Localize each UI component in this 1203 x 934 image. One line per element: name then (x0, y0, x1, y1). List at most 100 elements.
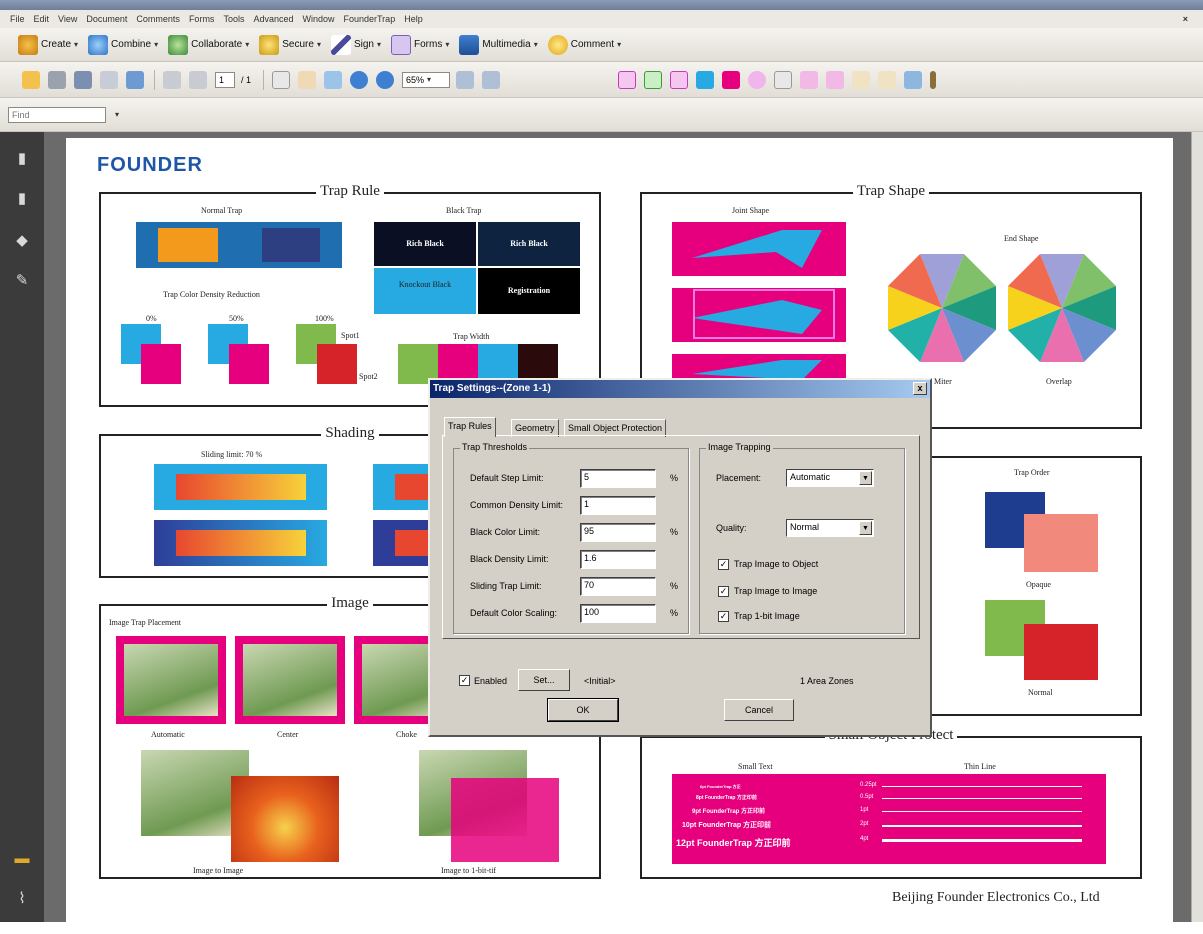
print-icon[interactable] (48, 70, 66, 89)
black-density-limit-label: Black Density Limit: (470, 554, 549, 564)
black-density-limit-input[interactable]: 1.6 (580, 550, 656, 569)
full-screen-icon[interactable] (482, 70, 501, 89)
page-total: / 1 (241, 74, 252, 85)
fit-page-icon[interactable] (456, 70, 475, 89)
trap-rule-title: Trap Rule (316, 183, 384, 199)
chevron-down-icon[interactable]: ▼ (859, 471, 872, 485)
initial-label: <Initial> (584, 676, 616, 686)
trap-cyan-icon[interactable] (696, 70, 715, 89)
shading-sample-1 (154, 464, 327, 510)
bookmarks-icon[interactable]: ▮ (13, 190, 31, 208)
menu-forms[interactable]: Forms (189, 14, 215, 24)
menu-advanced[interactable]: Advanced (253, 14, 293, 24)
close-icon[interactable]: × (1183, 14, 1188, 24)
find-input[interactable] (8, 106, 106, 123)
zoom-tool-icon[interactable] (324, 70, 343, 89)
lock-icon (259, 34, 280, 55)
secure-button[interactable]: Secure ▾ (259, 34, 321, 55)
trap-search-icon[interactable] (670, 70, 689, 89)
zoom-level-select[interactable]: 65% ▾ (402, 71, 451, 88)
trap-image-to-object-checkbox[interactable]: ✓ (718, 559, 729, 570)
collaborate-button[interactable]: Collaborate ▾ (168, 34, 249, 55)
menu-help[interactable]: Help (404, 14, 423, 24)
common-density-limit-input[interactable]: 1 (580, 496, 656, 515)
rich-black-cell-1: Rich Black (374, 222, 476, 266)
menu-window[interactable]: Window (302, 14, 334, 24)
vertical-scrollbar[interactable] (1191, 132, 1203, 922)
trap-disabled-icon[interactable] (852, 70, 871, 89)
set-button[interactable]: Set... (518, 669, 570, 691)
menu-document[interactable]: Document (86, 14, 127, 24)
status-bar (0, 922, 1203, 934)
miter-octagon (888, 254, 996, 362)
trap-magenta-icon[interactable] (722, 70, 741, 89)
sign-button[interactable]: Sign ▾ (330, 34, 381, 55)
trap-disabled-icon-2[interactable] (878, 70, 897, 89)
comments-icon[interactable]: ▬ (13, 850, 31, 868)
save-icon[interactable] (74, 70, 92, 89)
trap-1bit-image-checkbox[interactable]: ✓ (718, 611, 729, 622)
cancel-button[interactable]: Cancel (724, 699, 794, 721)
layers-icon[interactable]: ◆ (13, 232, 31, 250)
comment-icon (547, 34, 568, 55)
default-color-scaling-label: Default Color Scaling: (470, 608, 558, 618)
sliding-trap-limit-input[interactable]: 70 (580, 577, 656, 596)
attachments-icon[interactable]: ⌇ (13, 890, 31, 908)
quality-select[interactable]: Normal ▼ (786, 519, 874, 537)
signatures-icon[interactable]: ✎ (13, 272, 31, 290)
spot2-label: Spot2 (359, 372, 378, 381)
zoom-in-icon[interactable] (376, 70, 395, 89)
black-color-limit-input[interactable]: 95 (580, 523, 656, 542)
enabled-checkbox[interactable]: ✓ (459, 675, 470, 686)
open-folder-icon[interactable] (22, 70, 40, 89)
next-page-icon[interactable] (189, 70, 207, 89)
comment-button[interactable]: Comment ▾ (547, 34, 621, 55)
image-to-image-label: Image to Image (193, 866, 244, 875)
automatic-label: Automatic (151, 730, 185, 739)
pages-icon[interactable]: ▮ (13, 150, 31, 168)
menu-foundertrap[interactable]: FounderTrap (344, 14, 396, 24)
combine-button[interactable]: Combine ▾ (88, 34, 158, 55)
menu-comments[interactable]: Comments (136, 14, 180, 24)
find-options-icon[interactable]: ▾ (115, 110, 119, 119)
trap-zone-icon[interactable] (644, 70, 663, 89)
default-step-limit-input[interactable]: 5 (580, 469, 656, 488)
trap-circle-icon[interactable] (748, 70, 767, 89)
multimedia-button[interactable]: Multimedia ▾ (459, 34, 538, 55)
default-color-scaling-input[interactable]: 100 (580, 604, 656, 623)
page-number-input[interactable]: 1 (215, 71, 235, 88)
forms-button[interactable]: Forms ▾ (390, 34, 449, 55)
pct-0-label: 0% (146, 314, 157, 323)
image-trapping-group: Image Trapping Placement: Automatic ▼ Qua… (699, 442, 905, 634)
trap-arrow-icon[interactable] (800, 70, 819, 89)
trap-1bit-image-label: Trap 1-bit Image (734, 611, 800, 621)
enabled-label: Enabled (474, 676, 508, 686)
previous-page-icon[interactable] (163, 70, 181, 89)
placement-select[interactable]: Automatic ▼ (786, 469, 874, 487)
menu-file[interactable]: File (10, 14, 25, 24)
trap-image-to-image-checkbox[interactable]: ✓ (718, 586, 729, 597)
normal-label: Normal (1028, 688, 1053, 697)
ok-button[interactable]: OK (547, 698, 619, 722)
trap-info-icon[interactable] (930, 70, 937, 89)
close-icon[interactable]: x (913, 382, 927, 395)
area-zones-label: 1 Area Zones (800, 676, 854, 686)
select-tool-icon[interactable] (272, 70, 291, 89)
hand-tool-icon[interactable] (298, 70, 317, 89)
create-icon (18, 34, 38, 55)
black-trap-label: Black Trap (446, 206, 482, 215)
create-button[interactable]: Create ▾ (18, 34, 78, 55)
trap-zoom-icon[interactable] (618, 70, 637, 89)
menu-tools[interactable]: Tools (223, 14, 244, 24)
trap-preview-icon[interactable] (774, 70, 793, 89)
email-icon[interactable] (100, 70, 118, 89)
menu-view[interactable]: View (58, 14, 77, 24)
chevron-down-icon[interactable]: ▼ (859, 521, 872, 535)
organizer-icon[interactable] (126, 70, 144, 89)
trap-settings-icon[interactable] (904, 70, 923, 89)
trap-frame-icon[interactable] (826, 70, 845, 89)
tab-trap-rules[interactable]: Trap Rules (444, 417, 496, 437)
menu-edit[interactable]: Edit (34, 14, 50, 24)
zoom-out-icon[interactable] (350, 70, 369, 89)
knockout-black-cell: Knockout Black (374, 268, 476, 314)
